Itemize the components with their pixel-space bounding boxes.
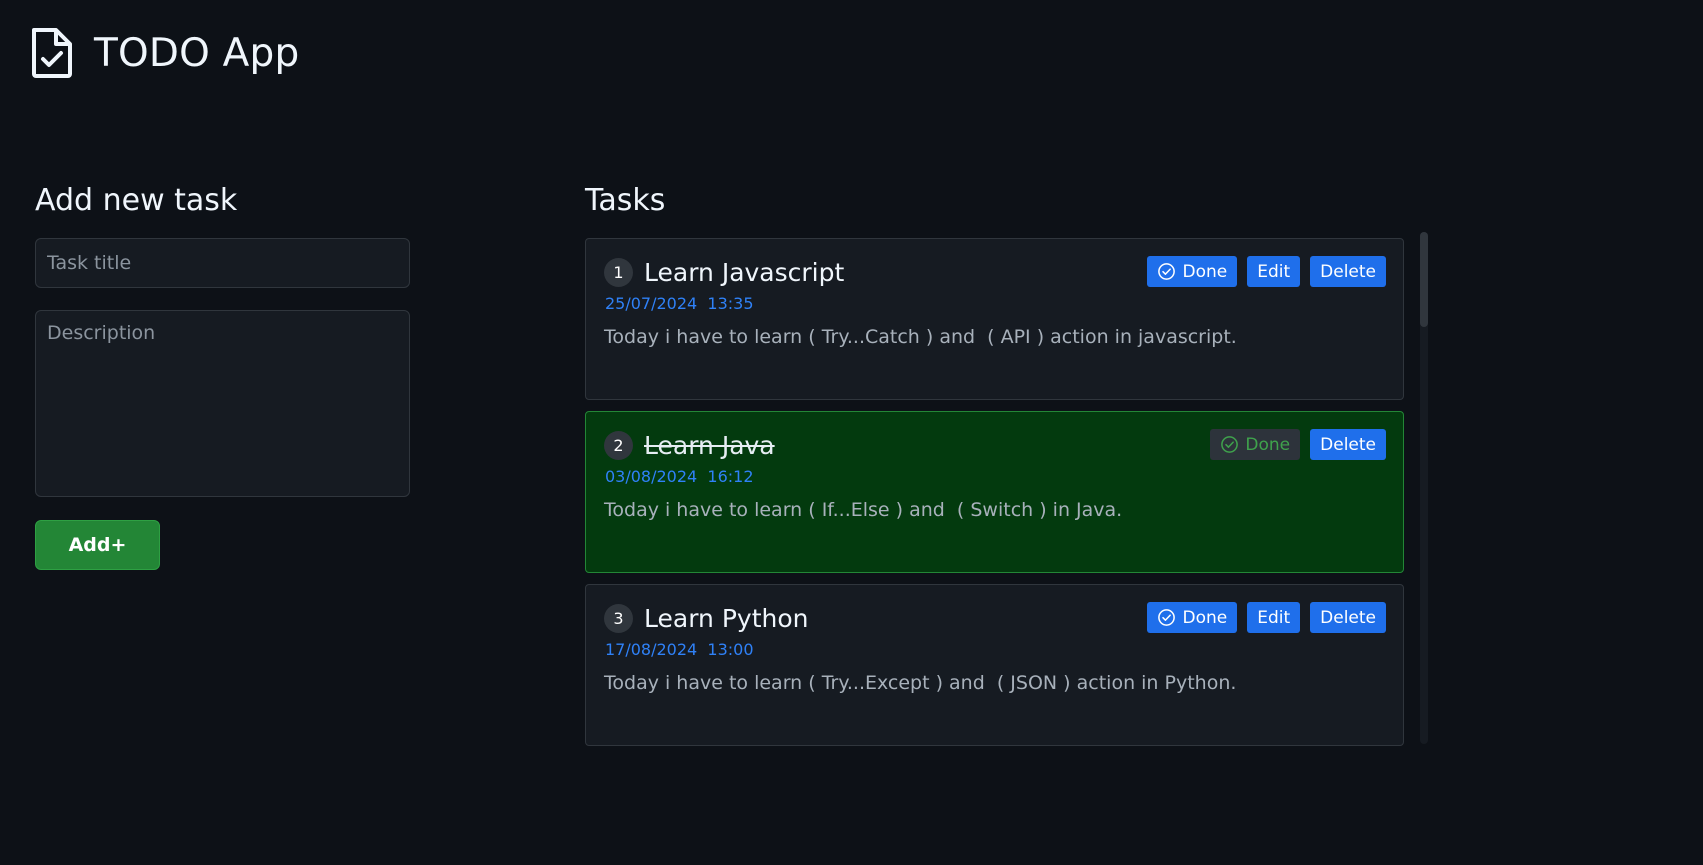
app-title: TODO App (94, 30, 300, 76)
task-title: Learn Javascript (644, 257, 845, 287)
task-title: Learn Python (644, 603, 809, 633)
delete-button[interactable]: Delete (1310, 256, 1386, 287)
task-description: Today i have to learn ( If...Else ) and … (604, 499, 1123, 521)
scrollbar-thumb[interactable] (1420, 232, 1428, 327)
add-task-form: Add new task Add+ (35, 183, 410, 570)
task-date: 25/07/2024 13:35 (605, 294, 754, 313)
edit-button[interactable]: Edit (1247, 256, 1301, 287)
add-task-heading: Add new task (35, 183, 238, 218)
done-button-label: Done (1182, 261, 1228, 282)
task-description: Today i have to learn ( Try...Except ) a… (604, 672, 1237, 694)
check-circle-icon (1221, 436, 1239, 453)
task-title: Learn Java (644, 430, 775, 460)
tasks-heading: Tasks (585, 183, 666, 218)
done-button-disabled: Done (1210, 429, 1301, 460)
add-task-button[interactable]: Add+ (35, 520, 160, 570)
done-button[interactable]: Done (1147, 256, 1238, 287)
task-list: 1 Learn Javascript Done Edit Delete 25/0… (585, 238, 1404, 746)
task-actions: Done Edit Delete (1147, 256, 1386, 287)
task-card-completed: 2 Learn Java Done Delete 03/08/2024 16:1… (585, 411, 1404, 573)
edit-button[interactable]: Edit (1247, 602, 1301, 633)
done-button-label: Done (1245, 434, 1291, 455)
task-description-input[interactable] (35, 310, 410, 497)
task-title-input[interactable] (35, 238, 410, 288)
tasks-panel: Tasks 1 Learn Javascript Done Edit Delet… (585, 183, 1430, 748)
check-circle-icon (1158, 609, 1176, 626)
task-actions: Done Delete (1210, 429, 1386, 460)
task-card: 1 Learn Javascript Done Edit Delete 25/0… (585, 238, 1404, 400)
task-number-badge: 1 (604, 257, 633, 287)
task-actions: Done Edit Delete (1147, 602, 1386, 633)
done-button[interactable]: Done (1147, 602, 1238, 633)
delete-button[interactable]: Delete (1310, 429, 1386, 460)
task-description: Today i have to learn ( Try...Catch ) an… (604, 326, 1237, 348)
app-header: TODO App (30, 26, 299, 80)
task-card: 3 Learn Python Done Edit Delete 17/08/20… (585, 584, 1404, 746)
task-list-scrollbar[interactable] (1420, 232, 1428, 744)
done-button-label: Done (1182, 607, 1228, 628)
task-number-badge: 3 (604, 603, 633, 633)
check-circle-icon (1158, 263, 1176, 280)
delete-button[interactable]: Delete (1310, 602, 1386, 633)
task-date: 17/08/2024 13:00 (605, 640, 754, 659)
file-check-icon (32, 28, 72, 78)
task-list-container: 1 Learn Javascript Done Edit Delete 25/0… (585, 232, 1430, 748)
task-date: 03/08/2024 16:12 (605, 467, 754, 486)
task-number-badge: 2 (604, 430, 633, 460)
